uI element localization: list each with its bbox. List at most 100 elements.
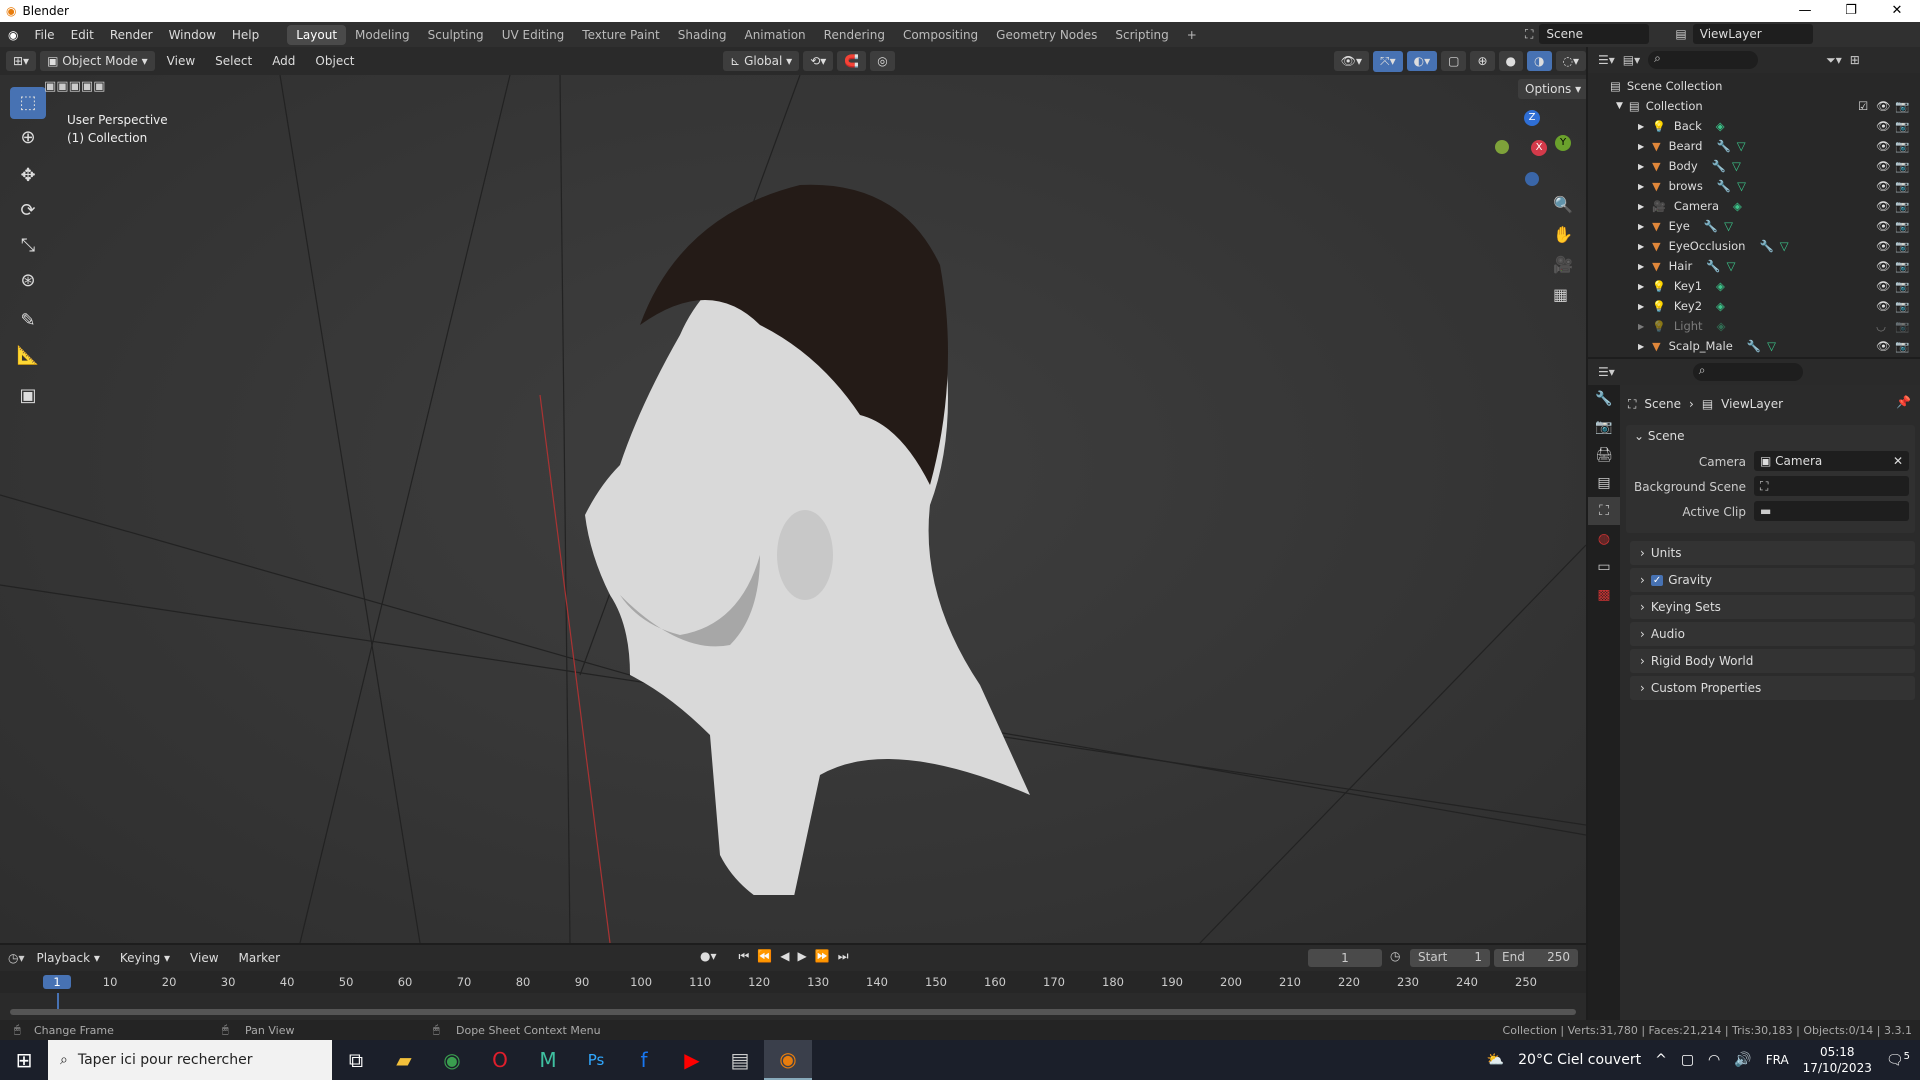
- expand-arrow-icon[interactable]: ▶: [1638, 302, 1644, 311]
- visibility-eye-icon[interactable]: 👁: [1876, 199, 1891, 213]
- outliner-item[interactable]: ▶ 💡 Back ◈ 👁 📷: [1588, 116, 1920, 136]
- visibility-eye-icon[interactable]: 👁: [1876, 299, 1891, 313]
- mesh-data-icon[interactable]: ▽: [1732, 159, 1741, 173]
- mesh-data-icon[interactable]: ▽: [1724, 219, 1733, 233]
- expand-arrow-icon[interactable]: ▶: [1638, 142, 1644, 151]
- gizmo-y-axis[interactable]: Y: [1555, 135, 1571, 151]
- expand-arrow-icon[interactable]: ▶: [1638, 222, 1644, 231]
- current-frame-field[interactable]: 1: [1308, 949, 1382, 967]
- modifier-wrench-icon[interactable]: 🔧: [1712, 159, 1726, 173]
- gizmo-z-axis[interactable]: Z: [1524, 110, 1540, 126]
- viewport-menu-add[interactable]: Add: [264, 54, 303, 68]
- viewport-menu-object[interactable]: Object: [307, 54, 362, 68]
- panel-keying-sets[interactable]: › Keying Sets: [1630, 595, 1915, 619]
- tab-compositing[interactable]: Compositing: [894, 25, 987, 45]
- show-hidden-icons[interactable]: ^: [1655, 1052, 1667, 1068]
- gizmo-neg-z[interactable]: [1525, 172, 1539, 186]
- maximize-button[interactable]: ❐: [1828, 0, 1874, 22]
- language-indicator[interactable]: FRA: [1766, 1053, 1789, 1067]
- modifier-wrench-icon[interactable]: 🔧: [1716, 139, 1730, 153]
- texture-tab-icon[interactable]: ▩: [1588, 581, 1620, 609]
- panel-audio[interactable]: › Audio: [1630, 622, 1915, 646]
- xray-toggle[interactable]: ▢: [1441, 51, 1467, 71]
- camera-data-icon[interactable]: ◈: [1733, 199, 1742, 213]
- measure-tool[interactable]: 📐: [10, 340, 46, 372]
- menu-help[interactable]: Help: [224, 28, 267, 42]
- pivot-selector[interactable]: ⟲▾: [803, 51, 834, 71]
- frame-ruler[interactable]: 1 10 20 30 40 50 60 70 80 90 100 110 120 130 140 150 160…: [0, 971, 1586, 1013]
- clear-camera-icon[interactable]: ✕: [1893, 454, 1903, 468]
- view-layer-tab-icon[interactable]: ▤: [1588, 469, 1620, 497]
- file-explorer-icon[interactable]: ▰: [380, 1040, 428, 1080]
- annotate-tool[interactable]: ✎: [10, 305, 46, 337]
- jump-end-button[interactable]: ⏭: [838, 949, 849, 964]
- gizmo-neg-y[interactable]: [1495, 140, 1509, 154]
- facebook-icon[interactable]: f: [620, 1040, 668, 1080]
- light-data-icon[interactable]: ◈: [1716, 279, 1725, 293]
- auto-keying-toggle[interactable]: ●▾: [700, 949, 717, 964]
- menu-edit[interactable]: Edit: [63, 28, 102, 42]
- outliner-item[interactable]: ▶ ▼ EyeOcclusion 🔧 ▽ 👁 📷: [1588, 236, 1920, 256]
- gravity-checkbox[interactable]: ✓: [1650, 574, 1664, 586]
- new-collection-icon[interactable]: ⊞: [1850, 53, 1860, 67]
- outliner-editor-type[interactable]: ☰▾: [1598, 53, 1615, 67]
- timeline-menu-keying[interactable]: Keying ▾: [112, 951, 178, 965]
- mesh-data-icon[interactable]: ▽: [1727, 259, 1736, 273]
- outliner-item[interactable]: ▶ 💡 Key1 ◈ 👁 📷: [1588, 276, 1920, 296]
- modifier-wrench-icon[interactable]: 🔧: [1759, 239, 1773, 253]
- mode-selector[interactable]: ▣ Object Mode ▾: [40, 51, 155, 71]
- overlay-toggle[interactable]: ◐▾: [1406, 51, 1438, 71]
- panel-rigid-body-world[interactable]: › Rigid Body World: [1630, 649, 1915, 673]
- modifier-wrench-icon[interactable]: 🔧: [1706, 259, 1720, 273]
- outliner-item[interactable]: ▶ ▼ brows 🔧 ▽ 👁 📷: [1588, 176, 1920, 196]
- tab-shading[interactable]: Shading: [669, 25, 736, 45]
- blender-menu-icon[interactable]: ◉: [0, 28, 26, 42]
- orientation-selector[interactable]: ⊾ Global ▾: [723, 51, 800, 71]
- output-tab-icon[interactable]: 🖨: [1588, 441, 1620, 469]
- notifications-icon[interactable]: 🗨5: [1886, 1051, 1910, 1069]
- render-camera-icon[interactable]: 📷: [1895, 119, 1909, 133]
- tool-tab-icon[interactable]: 🔧: [1588, 385, 1620, 413]
- scene-selector[interactable]: Scene: [1539, 24, 1650, 44]
- jump-start-button[interactable]: ⏮: [739, 949, 750, 964]
- youtube-icon[interactable]: ▶: [668, 1040, 716, 1080]
- add-workspace-button[interactable]: +: [1178, 25, 1206, 45]
- visibility-eye-icon[interactable]: 👁: [1876, 339, 1891, 353]
- app-icon[interactable]: ▤: [716, 1040, 764, 1080]
- tab-sculpting[interactable]: Sculpting: [419, 25, 493, 45]
- view-layer-selector[interactable]: ViewLayer: [1692, 24, 1813, 44]
- photoshop-icon[interactable]: Ps: [572, 1040, 620, 1080]
- menu-render[interactable]: Render: [102, 28, 161, 42]
- shading-material[interactable]: ◑: [1527, 51, 1552, 71]
- volume-icon[interactable]: 🔊: [1734, 1052, 1751, 1068]
- outliner-item[interactable]: ▶ ▼ Hair 🔧 ▽ 👁 📷: [1588, 256, 1920, 276]
- weather-icon[interactable]: ⛅: [1487, 1052, 1504, 1068]
- tab-uv-editing[interactable]: UV Editing: [493, 25, 574, 45]
- malwarebytes-icon[interactable]: M: [524, 1040, 572, 1080]
- timeline-scrollbar[interactable]: [10, 1009, 1576, 1015]
- visibility-eye-icon[interactable]: 👁: [1876, 279, 1891, 293]
- visibility-eye-icon[interactable]: 👁: [1876, 219, 1891, 233]
- render-camera-icon[interactable]: 📷: [1895, 259, 1909, 273]
- tab-modeling[interactable]: Modeling: [346, 25, 419, 45]
- scale-tool[interactable]: ⤡: [10, 230, 46, 262]
- active-clip-field[interactable]: ▬: [1754, 501, 1909, 521]
- outliner-item[interactable]: ▶ ▼ Eye 🔧 ▽ 👁 📷: [1588, 216, 1920, 236]
- tab-rendering[interactable]: Rendering: [815, 25, 894, 45]
- panel-custom-properties[interactable]: › Custom Properties: [1630, 676, 1915, 700]
- snap-toggle[interactable]: 🧲: [837, 51, 867, 71]
- render-camera-icon[interactable]: 📷: [1895, 139, 1909, 153]
- scene-collection-row[interactable]: ▤ Scene Collection: [1588, 76, 1920, 96]
- modifier-wrench-icon[interactable]: 🔧: [1717, 179, 1731, 193]
- render-camera-icon[interactable]: 📷: [1895, 319, 1909, 333]
- viewport-menu-view[interactable]: View: [159, 54, 203, 68]
- tab-animation[interactable]: Animation: [735, 25, 814, 45]
- display-mode-button[interactable]: ▤▾: [1623, 53, 1640, 67]
- end-frame-field[interactable]: End 250: [1494, 949, 1578, 967]
- camera-view-icon[interactable]: 🎥: [1553, 255, 1573, 274]
- timeline-menu-playback[interactable]: Playback ▾: [29, 951, 108, 965]
- render-camera-icon[interactable]: 📷: [1895, 279, 1909, 293]
- render-camera-icon[interactable]: 📷: [1895, 159, 1909, 173]
- select-box-tool[interactable]: ⬚: [10, 87, 46, 119]
- light-data-icon[interactable]: ◈: [1716, 299, 1725, 313]
